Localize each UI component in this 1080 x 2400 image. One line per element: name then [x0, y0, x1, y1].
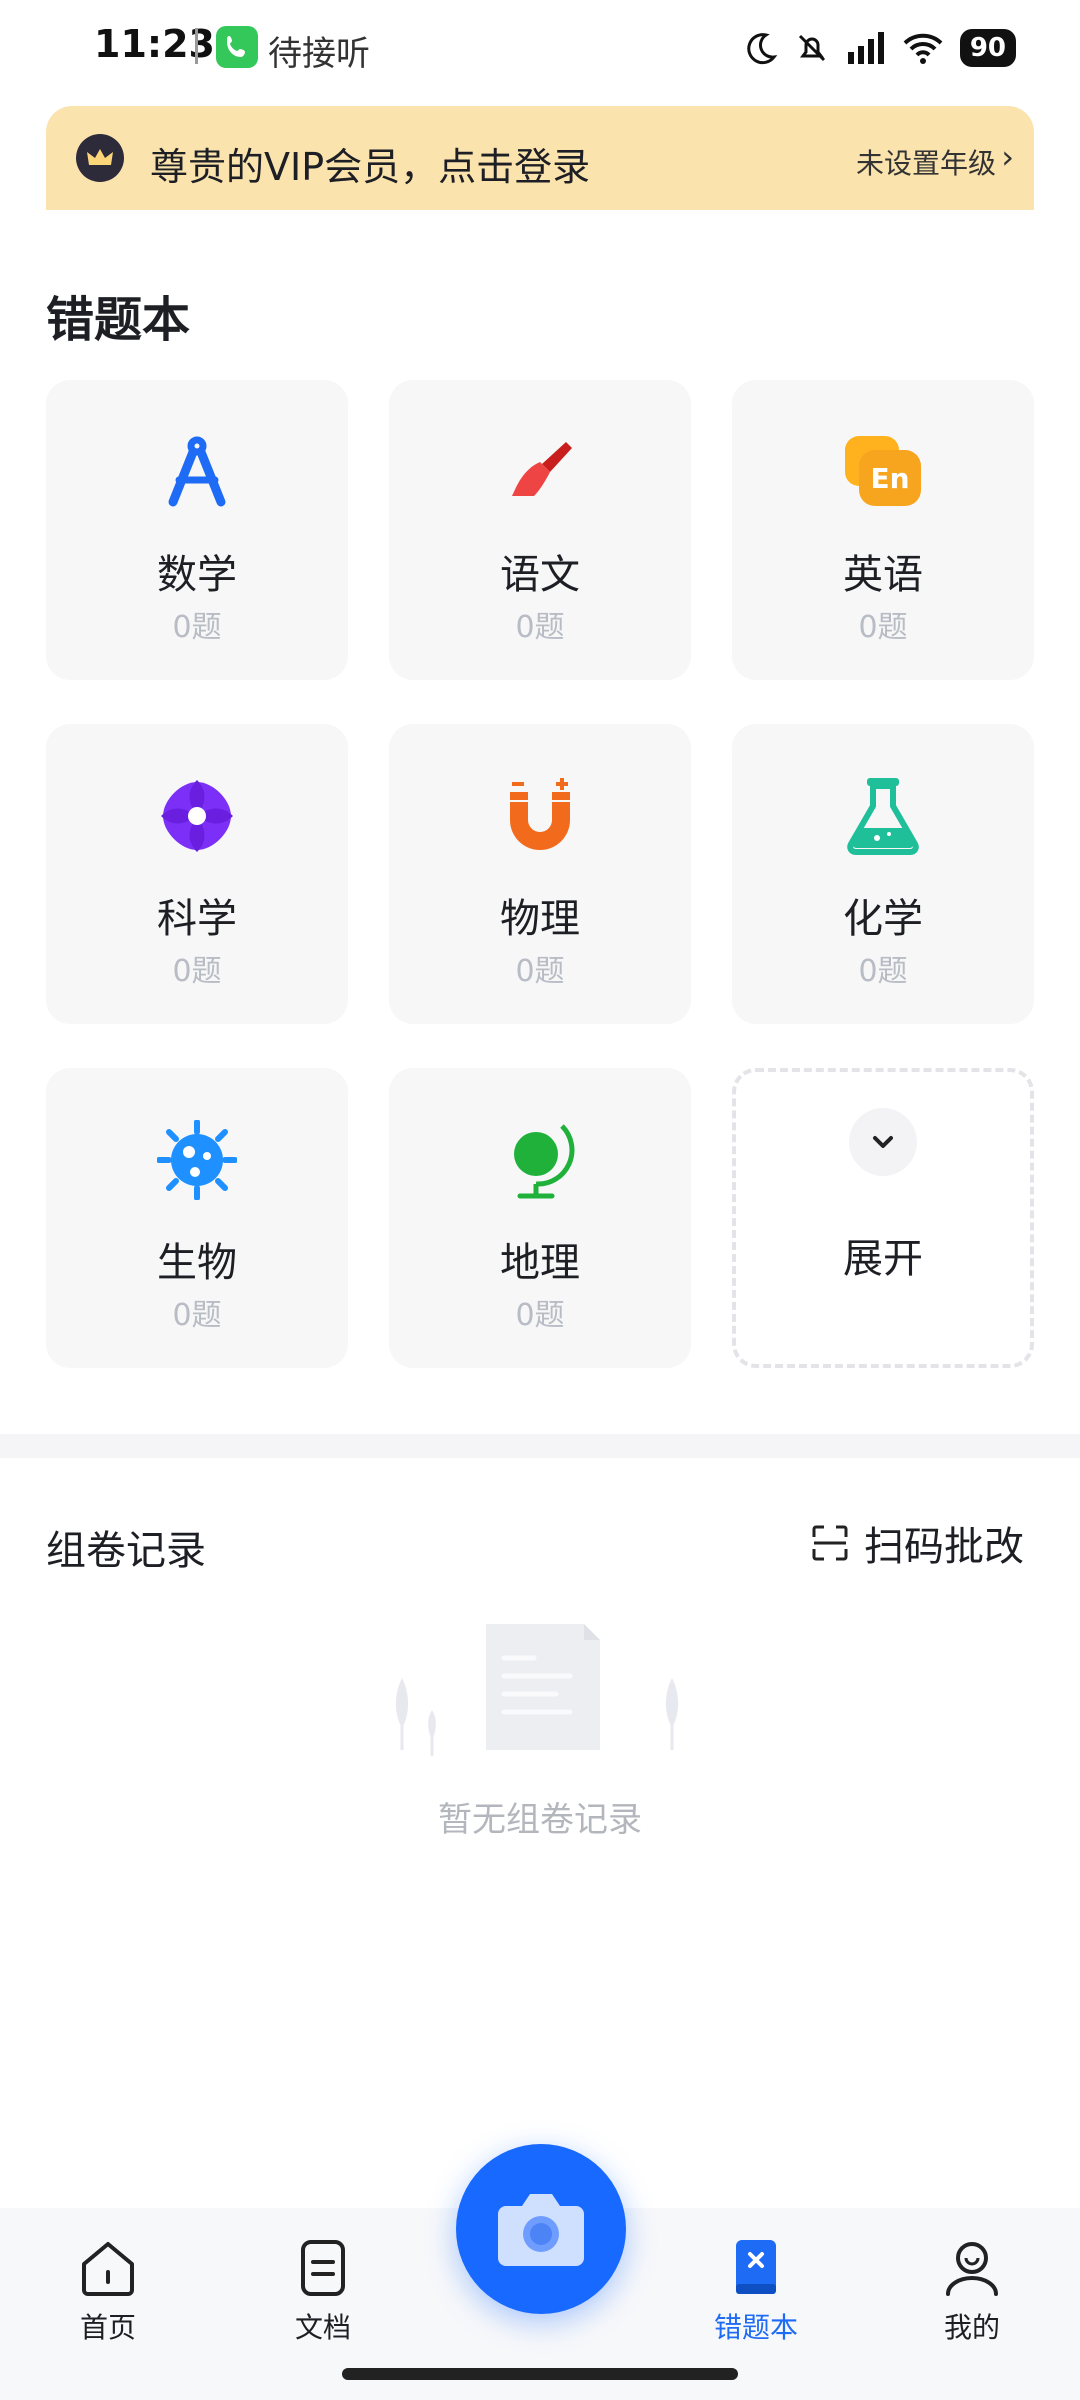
home-icon: [82, 2242, 134, 2296]
subject-name: 数学: [157, 552, 237, 598]
scan-icon: [812, 1525, 848, 1561]
subject-name: 科学: [157, 896, 237, 942]
phone-call-icon[interactable]: [216, 26, 258, 68]
globe-icon: [514, 1124, 575, 1199]
nav-label: 文档: [294, 2311, 351, 2344]
grade-setting-link[interactable]: 未设置年级: [856, 142, 996, 182]
crown-icon: [76, 134, 124, 182]
records-title: 组卷记录: [46, 1528, 206, 1574]
subject-count: 0题: [515, 954, 565, 989]
profile-icon: [946, 2242, 998, 2296]
moon-icon: [747, 33, 778, 65]
subject-card-geography[interactable]: 地理 0题: [389, 1068, 691, 1368]
magnet-icon: [510, 778, 570, 850]
subject-card-physics[interactable]: 物理 0题: [389, 724, 691, 1024]
subject-card-chemistry[interactable]: 化学 0题: [732, 724, 1034, 1024]
call-status-text[interactable]: 待接听: [268, 26, 370, 75]
subject-name: 地理: [500, 1240, 580, 1286]
status-icons: 90: [744, 26, 1016, 70]
camera-icon: [498, 2194, 584, 2266]
signal-icon: [847, 32, 884, 64]
atom-icon: [161, 780, 233, 852]
subject-name: 语文: [500, 552, 580, 598]
vip-login-banner[interactable]: 尊贵的VIP会员，点击登录 未设置年级 ›: [46, 106, 1034, 210]
wrongbook-icon: [736, 2240, 776, 2294]
chevron-right-icon: ›: [1001, 138, 1014, 176]
bell-muted-icon: [798, 34, 825, 62]
scan-grade-button[interactable]: 扫码批改: [810, 1514, 1024, 1572]
nav-label: 错题本: [713, 2311, 798, 2344]
subject-name: 英语: [843, 552, 923, 598]
subject-name: 生物: [157, 1240, 237, 1286]
wrongbook-title: 错题本: [46, 292, 191, 348]
subject-card-math[interactable]: 数学 0题: [46, 380, 348, 680]
subject-card-english[interactable]: En 英语 0题: [732, 380, 1034, 680]
status-bar: 11:23 待接听 90: [0, 0, 1080, 96]
chevron-down-icon[interactable]: [849, 1108, 917, 1176]
scan-grade-label: 扫码批改: [864, 1524, 1024, 1570]
subject-count: 0题: [172, 954, 222, 989]
nav-wrongbook[interactable]: 错题本: [681, 2238, 831, 2346]
nav-profile[interactable]: 我的: [897, 2238, 1047, 2346]
empty-records-text: 暂无组卷记录: [438, 1800, 642, 1840]
subject-count: 0题: [515, 1298, 565, 1333]
nav-label: 首页: [79, 2311, 136, 2344]
wifi-icon: [903, 33, 943, 64]
nav-documents[interactable]: 文档: [248, 2238, 398, 2346]
vip-login-text[interactable]: 尊贵的VIP会员，点击登录: [150, 136, 590, 191]
subject-count: 0题: [858, 610, 908, 645]
nav-home[interactable]: 首页: [33, 2238, 183, 2346]
subject-count: 0题: [172, 1298, 222, 1333]
subject-name: 化学: [843, 896, 923, 942]
nav-label: 我的: [943, 2311, 1000, 2344]
compass-icon: [168, 436, 226, 507]
english-bubble-icon: En: [845, 436, 921, 506]
document-icon: [301, 2240, 345, 2296]
subject-count: 0题: [172, 610, 222, 645]
subject-card-chinese[interactable]: 语文 0题: [389, 380, 691, 680]
subject-card-science[interactable]: 科学 0题: [46, 724, 348, 1024]
flask-icon: [847, 778, 919, 855]
empty-document-illustration: [395, 1624, 679, 1756]
status-separator: [195, 28, 198, 64]
section-divider: [0, 1434, 1080, 1458]
subject-count: 0题: [515, 610, 565, 645]
camera-button[interactable]: [456, 2144, 626, 2314]
expand-subjects-card[interactable]: 展开: [732, 1068, 1034, 1368]
subject-card-biology[interactable]: 生物 0题: [46, 1068, 348, 1368]
microbe-icon: [157, 1120, 237, 1200]
subject-count: 0题: [858, 954, 908, 989]
subject-name: 物理: [500, 896, 580, 942]
svg-text:En: En: [870, 462, 909, 495]
home-indicator[interactable]: [342, 2368, 738, 2380]
expand-label: 展开: [843, 1236, 923, 1282]
brush-icon: [512, 442, 572, 496]
battery-icon: 90: [959, 29, 1016, 67]
